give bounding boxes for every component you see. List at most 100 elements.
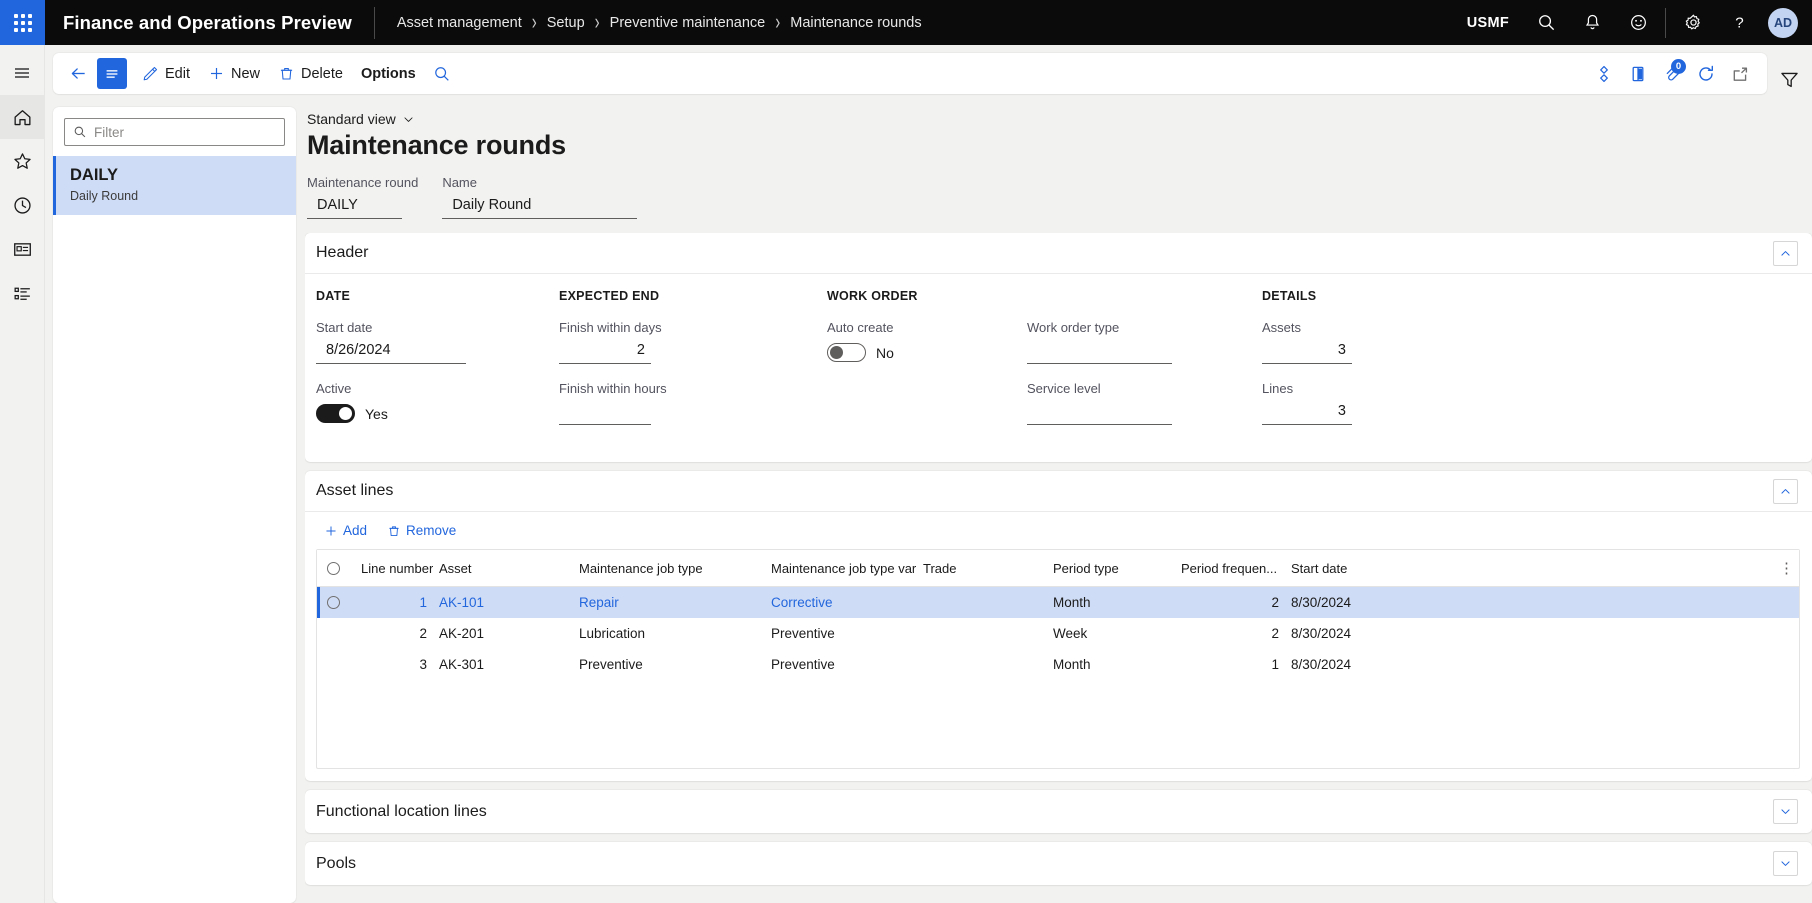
office-export-button[interactable] [1621, 58, 1655, 90]
select-all-cell[interactable] [317, 550, 355, 587]
select-all-radio[interactable] [327, 561, 340, 575]
home-icon [13, 109, 31, 125]
finish-within-days-input[interactable]: 2 [559, 340, 651, 364]
finish-within-hours-input[interactable] [559, 401, 651, 425]
avatar[interactable]: AD [1768, 7, 1798, 38]
column-header-maintenance-job-type[interactable]: Maintenance job type [573, 550, 765, 587]
filter-box[interactable] [64, 118, 285, 146]
feedback-smiley-icon[interactable] [1615, 0, 1661, 45]
cell-asset[interactable]: AK-201 [433, 618, 573, 649]
cell-period-type[interactable]: Month [1047, 586, 1175, 618]
table-row[interactable]: 1 AK-101 Repair Corrective Month 2 8/30/… [317, 586, 1799, 618]
auto-create-toggle[interactable] [827, 343, 866, 362]
filter-funnel-button[interactable] [1775, 65, 1804, 99]
row-select-cell[interactable] [317, 618, 355, 649]
cell-maintenance-job-type-variant[interactable]: Corrective [765, 586, 917, 618]
new-button[interactable]: New [199, 58, 269, 89]
row-select-radio[interactable] [327, 596, 340, 609]
table-body: 1 AK-101 Repair Corrective Month 2 8/30/… [317, 586, 1799, 681]
column-header-maintenance-job-type-variant[interactable]: Maintenance job type vari... [765, 550, 917, 587]
maintenance-round-value[interactable]: DAILY [307, 195, 402, 219]
assets-value[interactable]: 3 [1262, 340, 1352, 364]
company-selector[interactable]: USMF [1453, 15, 1523, 31]
pools-header[interactable]: Pools [305, 842, 1812, 885]
edit-button[interactable]: Edit [133, 58, 199, 89]
cell-start-date[interactable]: 8/30/2024 [1285, 618, 1773, 649]
more-options-icon[interactable]: ⋮ [1779, 560, 1794, 577]
sidebar-item-workspaces[interactable] [0, 227, 45, 271]
chevron-down-icon [404, 116, 413, 122]
search-icon[interactable] [1523, 0, 1569, 45]
row-select-cell[interactable] [317, 586, 355, 618]
add-line-button[interactable]: Add [316, 519, 375, 542]
sidebar-item-modules[interactable] [0, 271, 45, 315]
sidebar-item-favorites[interactable] [0, 139, 45, 183]
settings-gear-icon[interactable] [1670, 0, 1716, 45]
show-list-button[interactable] [97, 58, 127, 89]
column-header-period-frequency[interactable]: Period frequen... [1175, 550, 1285, 587]
cell-trade[interactable] [917, 586, 1047, 618]
cell-maintenance-job-type[interactable]: Repair [573, 586, 765, 618]
open-in-new-window-button[interactable] [1723, 58, 1757, 90]
column-header-trade[interactable]: Trade [917, 550, 1047, 587]
breadcrumb-item-asset-management[interactable]: Asset management [397, 15, 522, 31]
cell-period-frequency[interactable]: 2 [1175, 618, 1285, 649]
delete-button[interactable]: Delete [269, 58, 352, 89]
work-order-type-input[interactable] [1027, 340, 1172, 364]
column-header-period-type[interactable]: Period type [1047, 550, 1175, 587]
hamburger-menu-button[interactable] [0, 51, 45, 95]
pools-expand-button[interactable] [1773, 851, 1798, 876]
action-pane-search-button[interactable] [425, 58, 459, 90]
cell-maintenance-job-type-variant[interactable]: Preventive [765, 618, 917, 649]
active-toggle[interactable] [316, 404, 355, 423]
functional-location-lines-expand-button[interactable] [1773, 799, 1798, 824]
notification-bell-icon[interactable] [1569, 0, 1615, 45]
sidebar-item-home[interactable] [0, 95, 45, 139]
column-header-overflow[interactable]: ⋮ [1773, 550, 1799, 587]
options-button[interactable]: Options [352, 58, 425, 89]
cell-trade[interactable] [917, 649, 1047, 680]
filter-input[interactable] [94, 124, 276, 140]
cell-start-date[interactable]: 8/30/2024 [1285, 586, 1773, 618]
asset-lines-collapse-button[interactable] [1773, 478, 1798, 504]
back-button[interactable] [61, 58, 95, 89]
start-date-input[interactable]: 8/26/2024 [316, 340, 466, 364]
asset-lines-fasttab-header[interactable]: Asset lines [305, 471, 1812, 512]
header-fasttab-collapse-button[interactable] [1773, 240, 1798, 266]
cell-period-type[interactable]: Week [1047, 618, 1175, 649]
breadcrumb-item-maintenance-rounds[interactable]: Maintenance rounds [790, 15, 921, 31]
row-select-cell[interactable] [317, 649, 355, 680]
list-item[interactable]: DAILY Daily Round [53, 156, 296, 216]
cell-period-frequency[interactable]: 1 [1175, 649, 1285, 680]
functional-location-lines-header[interactable]: Functional location lines [305, 790, 1812, 833]
sidebar-item-recent[interactable] [0, 183, 45, 227]
header-fasttab-header[interactable]: Header [305, 233, 1812, 274]
help-question-icon[interactable]: ? [1716, 0, 1762, 45]
cell-maintenance-job-type[interactable]: Preventive [573, 649, 765, 680]
cell-overflow [1773, 649, 1799, 680]
table-row[interactable]: 2 AK-201 Lubrication Preventive Week 2 8… [317, 618, 1799, 649]
breadcrumb-item-setup[interactable]: Setup [547, 15, 585, 31]
cell-period-frequency[interactable]: 2 [1175, 586, 1285, 618]
service-level-input[interactable] [1027, 401, 1172, 425]
copilot-button[interactable] [1587, 58, 1621, 90]
app-launcher-button[interactable] [0, 0, 45, 45]
column-header-asset[interactable]: Asset [433, 550, 573, 587]
cell-asset[interactable]: AK-301 [433, 649, 573, 680]
cell-period-type[interactable]: Month [1047, 649, 1175, 680]
cell-asset[interactable]: AK-101 [433, 586, 573, 618]
cell-trade[interactable] [917, 618, 1047, 649]
view-selector[interactable]: Standard view [307, 111, 415, 127]
name-value[interactable]: Daily Round [442, 195, 638, 219]
column-header-line-number[interactable]: Line number [355, 550, 433, 587]
cell-start-date[interactable]: 8/30/2024 [1285, 649, 1773, 680]
attachments-button[interactable]: 0 [1655, 58, 1689, 90]
column-header-start-date[interactable]: Start date [1285, 550, 1773, 587]
cell-maintenance-job-type-variant[interactable]: Preventive [765, 649, 917, 680]
remove-line-button[interactable]: Remove [379, 519, 464, 542]
breadcrumb-item-preventive-maintenance[interactable]: Preventive maintenance [610, 15, 766, 31]
lines-value[interactable]: 3 [1262, 401, 1352, 425]
cell-maintenance-job-type[interactable]: Lubrication [573, 618, 765, 649]
table-row[interactable]: 3 AK-301 Preventive Preventive Month 1 8… [317, 649, 1799, 680]
refresh-button[interactable] [1689, 58, 1723, 90]
